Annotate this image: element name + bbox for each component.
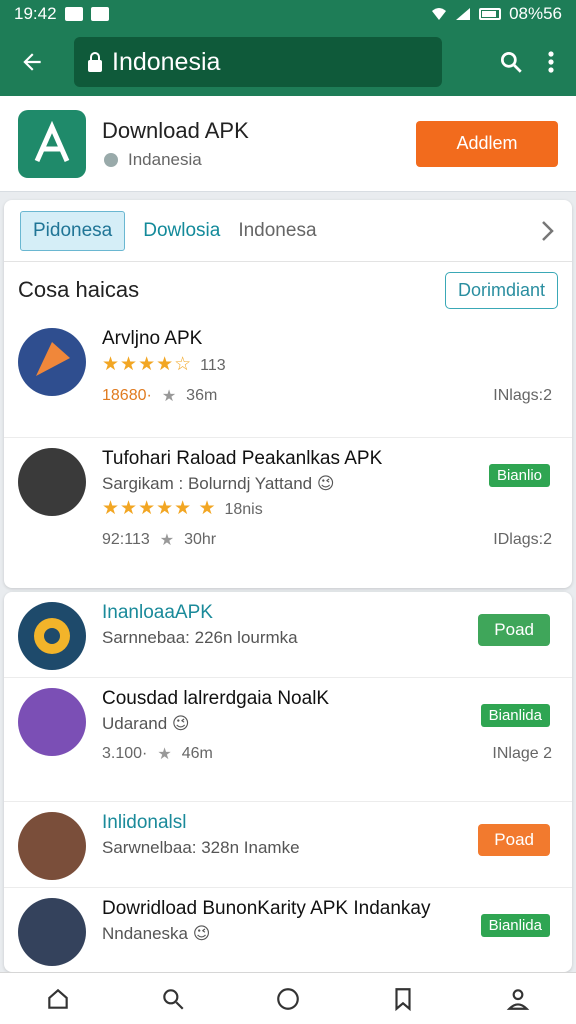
status-time: 19:42	[14, 4, 57, 23]
list-item[interactable]: Dowridload BunonKarity APK Indankay Nnda…	[4, 888, 572, 972]
app-tags: INlage 2	[492, 745, 552, 762]
nav-search[interactable]	[153, 979, 193, 1019]
app-tags: IDlags:2	[493, 531, 552, 548]
tab-bar: Pidonesa Dowlosia Indonesa	[4, 200, 572, 262]
tab-pidonesa[interactable]: Pidonesa	[20, 210, 126, 251]
status-badge: Bianlida	[480, 914, 550, 937]
star-icon: ★	[161, 388, 177, 405]
downloads-count: 3.100·	[102, 745, 148, 762]
list-item[interactable]: Inlidonalsl Sarwnelbaa: 328n Inamke Poad	[4, 802, 572, 888]
tab-dowlosia[interactable]: Dowlosia	[143, 220, 220, 242]
app-size: 46m	[181, 745, 213, 762]
chevron-right-icon[interactable]	[540, 219, 556, 243]
apps-card-2: InanloaaAPK Sarnnebaa: 226n lourmka Poad…	[4, 592, 572, 972]
app-avatar	[18, 448, 86, 516]
back-arrow-icon	[23, 53, 41, 71]
status-badge: Bianlida	[480, 704, 550, 727]
header-subtitle: Indanesia	[128, 149, 202, 169]
apps-card: Pidonesa Dowlosia Indonesa Cosa haicas D…	[4, 200, 572, 588]
rating-stars: ★★★★☆ 113	[102, 353, 558, 376]
rating-count: 18nis	[224, 501, 263, 518]
profile-icon	[507, 988, 530, 1010]
app-avatar	[18, 812, 86, 880]
app-size: 36m	[186, 387, 218, 404]
app-size: 30hr	[184, 531, 217, 548]
nav-bookmark[interactable]	[383, 979, 423, 1019]
bottom-nav	[0, 972, 576, 1024]
stars-text: ★★★★★ ★	[102, 498, 217, 519]
location-icon	[104, 152, 118, 167]
add-button[interactable]: Addlem	[416, 120, 558, 167]
nav-profile[interactable]	[498, 979, 538, 1019]
app-bar: Indonesia	[0, 28, 576, 96]
section-title: Cosa haicas	[18, 277, 140, 302]
back-button[interactable]	[12, 42, 52, 82]
app-avatar-icon	[34, 618, 70, 654]
search-icon[interactable]	[498, 49, 524, 75]
downloads-count: 18680·	[102, 387, 152, 404]
signal-icon	[456, 8, 471, 20]
url-text: Indonesia	[112, 47, 221, 76]
list-item[interactable]: Tufohari Raload Peakanlkas APK Sargikam …	[4, 438, 572, 588]
app-avatar-icon	[36, 342, 70, 376]
url-bar[interactable]: Indonesia	[74, 37, 442, 87]
app-avatar	[18, 328, 86, 396]
more-vert-icon[interactable]	[546, 49, 556, 75]
bookmark-icon	[395, 987, 411, 1011]
rating-stars: ★★★★★ ★ 18nis	[102, 497, 558, 520]
circle-icon	[277, 987, 299, 1010]
downloads-count: 92:113	[102, 531, 150, 548]
app-title: Arvljno APK	[102, 328, 203, 349]
tab-indonesa[interactable]: Indonesa	[238, 220, 316, 242]
app-logo-icon	[34, 120, 70, 162]
list-item[interactable]: Arvljno APK ★★★★☆ 113 18680· ★ 36m INlags…	[4, 318, 572, 438]
app-avatar	[18, 688, 86, 756]
app-avatar	[18, 602, 86, 670]
list-item[interactable]: InanloaaAPK Sarnnebaa: 226n lourmka Poad	[4, 592, 572, 678]
star-icon: ★	[157, 746, 172, 763]
nav-circle[interactable]	[268, 979, 308, 1019]
lock-icon	[88, 52, 102, 72]
list-item[interactable]: Cousdad lalrerdgaia NoalK Udarand 😉 3.10…	[4, 678, 572, 802]
wifi-icon	[432, 8, 447, 20]
battery-icon	[479, 8, 502, 20]
battery-text: 08%56	[509, 4, 562, 23]
search-icon	[163, 988, 184, 1010]
star-icon: ★	[159, 532, 175, 549]
read-button[interactable]: Poad	[478, 614, 550, 646]
notification-icon	[64, 7, 83, 21]
header-card: Download APK Indanesia Addlem	[0, 96, 576, 192]
status-bar: 19:42 08%56	[0, 0, 576, 28]
download-all-button[interactable]: Dorimdiant	[444, 271, 558, 309]
app-avatar	[18, 898, 86, 966]
read-button[interactable]: Poad	[478, 824, 550, 856]
header-title: Download APK	[102, 117, 249, 143]
nav-home[interactable]	[38, 979, 78, 1019]
app-tags: INlags:2	[493, 387, 552, 404]
app-logo	[18, 109, 86, 178]
home-icon	[47, 988, 68, 1009]
status-badge: Bianlio	[488, 464, 550, 487]
stars-text: ★★★★☆	[102, 354, 193, 375]
notification-icon-2	[90, 7, 109, 21]
rating-count: 113	[200, 357, 226, 374]
